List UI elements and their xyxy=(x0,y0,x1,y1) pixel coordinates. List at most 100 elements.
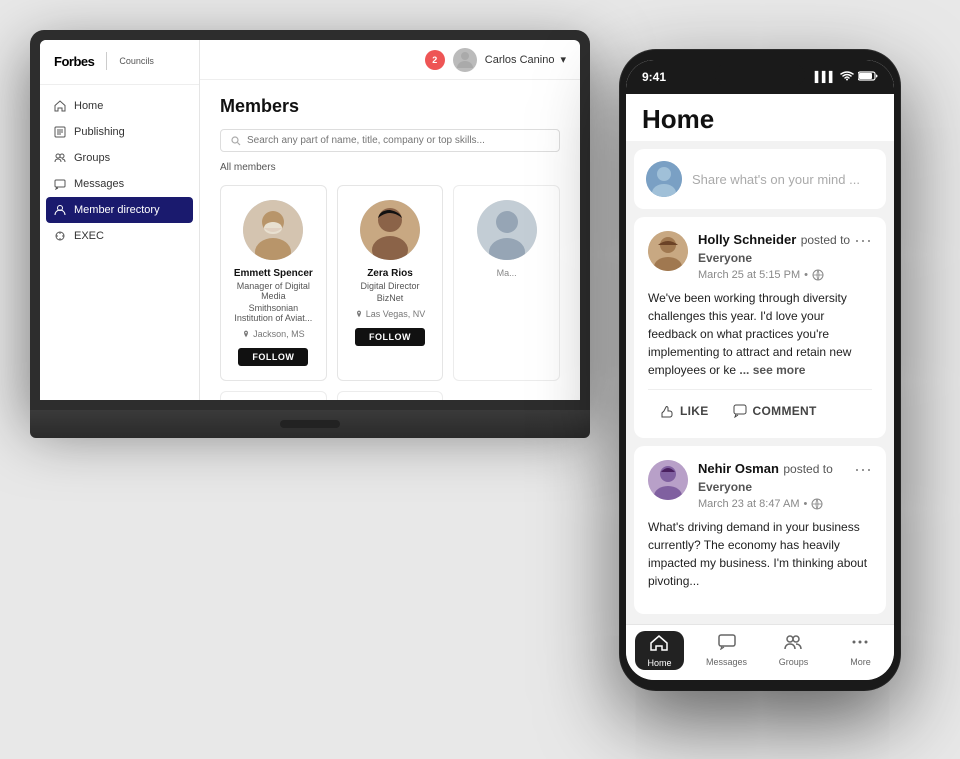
phone-device: 9:41 ▌▌▌ xyxy=(620,50,900,690)
groups-icon xyxy=(54,152,66,164)
tab-item-messages[interactable]: Messages xyxy=(693,634,760,667)
member-partial-company-1: Ma... xyxy=(464,268,549,278)
publishing-icon xyxy=(54,126,66,138)
sidebar-label-groups: Groups xyxy=(74,152,110,164)
laptop-device: Forbes Councils Home xyxy=(30,30,590,450)
phone-notch xyxy=(715,64,805,86)
sidebar-label-publishing: Publishing xyxy=(74,126,125,138)
laptop-main-content: 2 Carlos Canino ▾ Members xyxy=(200,40,580,400)
tab-item-home[interactable]: Home xyxy=(626,631,693,670)
user-name-display: Carlos Canino ▾ xyxy=(485,53,566,66)
post-time-row-1: March 25 at 5:15 PM • xyxy=(698,269,854,281)
post-author-name-1: Holly Schneider posted to Everyone xyxy=(698,231,854,267)
sidebar-item-groups[interactable]: Groups xyxy=(40,145,199,171)
tab-home-label: Home xyxy=(647,658,671,668)
post-body-1: We've been working through diversity cha… xyxy=(648,289,872,379)
sidebar-item-member-directory[interactable]: Member directory xyxy=(46,197,193,223)
post-author-name-2: Nehir Osman posted to Everyone xyxy=(698,460,854,496)
sidebar-label-member-directory: Member directory xyxy=(74,204,160,216)
post-header-1: Holly Schneider posted to Everyone March… xyxy=(648,231,872,281)
members-page-title: Members xyxy=(220,96,560,117)
notification-badge[interactable]: 2 xyxy=(425,50,445,70)
tab-item-groups[interactable]: Groups xyxy=(760,634,827,667)
phone-content-area: Home Share what's on your mind xyxy=(626,94,894,624)
post-avatar-2 xyxy=(648,460,688,500)
post-author-avatar-img-1 xyxy=(648,231,688,271)
globe-dot-2: • xyxy=(804,498,808,510)
sidebar-item-exec[interactable]: EXEC xyxy=(40,223,199,249)
post-author-info-1: Holly Schneider posted to Everyone March… xyxy=(648,231,854,281)
members-grid: Emmett Spencer Manager of Digital Media … xyxy=(220,185,560,400)
post-author-info-2: Nehir Osman posted to Everyone March 23 … xyxy=(648,460,854,510)
post-avatar-1 xyxy=(648,231,688,271)
comment-icon-1 xyxy=(733,404,747,418)
phone-status-icons: ▌▌▌ xyxy=(815,71,878,84)
phone-status-bar: 9:41 ▌▌▌ xyxy=(626,60,894,94)
laptop-screen: Forbes Councils Home xyxy=(40,40,580,400)
member-location-2: Las Vegas, NV xyxy=(348,309,433,319)
search-input[interactable] xyxy=(247,135,527,146)
compose-avatar xyxy=(646,161,682,197)
member-directory-icon xyxy=(54,204,66,216)
member-card-1: Emmett Spencer Manager of Digital Media … xyxy=(220,185,327,381)
tab-more-label: More xyxy=(850,657,871,667)
sidebar-item-home[interactable]: Home xyxy=(40,93,199,119)
like-icon-1 xyxy=(660,404,674,418)
member-card-partial-3 xyxy=(337,391,444,400)
member-title-2: Digital Director xyxy=(348,281,433,291)
location-icon-2 xyxy=(355,310,363,318)
sidebar-label-home: Home xyxy=(74,100,103,112)
post-time-1: March 25 at 5:15 PM xyxy=(698,269,800,281)
messages-icon xyxy=(54,178,66,190)
members-search-bar[interactable] xyxy=(220,129,560,152)
compose-placeholder-text[interactable]: Share what's on your mind ... xyxy=(692,172,860,187)
laptop-base xyxy=(30,410,590,438)
councils-label: Councils xyxy=(119,56,154,66)
member-avatar-1 xyxy=(243,200,303,260)
location-icon-1 xyxy=(242,330,250,338)
user-avatar xyxy=(453,48,477,72)
post-more-btn-1[interactable]: ··· xyxy=(854,231,872,249)
laptop-sidebar: Forbes Councils Home xyxy=(40,40,200,400)
tab-more-icon xyxy=(851,634,869,655)
phone-body: 9:41 ▌▌▌ xyxy=(620,50,900,690)
member-company-1: Smithsonian Institution of Aviat... xyxy=(231,303,316,323)
globe-icon-svg-1 xyxy=(812,269,824,281)
compose-post-area[interactable]: Share what's on your mind ... xyxy=(634,149,886,209)
members-content-area: Members All members xyxy=(200,80,580,400)
laptop-screen-housing: Forbes Councils Home xyxy=(30,30,590,410)
phone-screen: 9:41 ▌▌▌ xyxy=(626,60,894,680)
phone-tabbar: Home Messages xyxy=(626,624,894,680)
member-card-partial-2 xyxy=(220,391,327,400)
user-avatar-img xyxy=(453,48,477,72)
follow-btn-1[interactable]: FOLLOW xyxy=(238,348,308,366)
sidebar-item-messages[interactable]: Messages xyxy=(40,171,199,197)
member-avatar-img-partial-1 xyxy=(477,200,537,260)
post-more-btn-2[interactable]: ··· xyxy=(854,460,872,478)
post-header-2: Nehir Osman posted to Everyone March 23 … xyxy=(648,460,872,510)
member-name-2: Zera Rios xyxy=(348,268,433,279)
battery-icon xyxy=(858,71,878,84)
logo-divider xyxy=(106,52,107,70)
forbes-brand: Forbes xyxy=(54,54,94,69)
tab-groups-label: Groups xyxy=(779,657,809,667)
post-meta-1: Holly Schneider posted to Everyone March… xyxy=(698,231,854,281)
sidebar-item-publishing[interactable]: Publishing xyxy=(40,119,199,145)
member-card-partial-1: Ma... xyxy=(453,185,560,381)
member-title-1: Manager of Digital Media xyxy=(231,281,316,301)
post-author-avatar-img-2 xyxy=(648,460,688,500)
member-avatar-img-2 xyxy=(360,200,420,260)
tab-item-more[interactable]: More xyxy=(827,634,894,667)
phone-time: 9:41 xyxy=(642,70,666,84)
follow-btn-2[interactable]: FOLLOW xyxy=(355,328,425,346)
member-card-2: Zera Rios Digital Director BizNet Las Ve… xyxy=(337,185,444,381)
see-more-1[interactable]: ... see more xyxy=(739,363,805,377)
comment-button-1[interactable]: COMMENT xyxy=(721,398,829,424)
like-button-1[interactable]: LIKE xyxy=(648,398,721,424)
tab-messages-label: Messages xyxy=(706,657,747,667)
post-time-2: March 23 at 8:47 AM xyxy=(698,498,800,510)
tab-home-icon xyxy=(650,635,668,656)
dropdown-arrow-icon[interactable]: ▾ xyxy=(560,53,566,66)
laptop-topbar: 2 Carlos Canino ▾ xyxy=(200,40,580,80)
sidebar-logo: Forbes Councils xyxy=(40,52,199,85)
